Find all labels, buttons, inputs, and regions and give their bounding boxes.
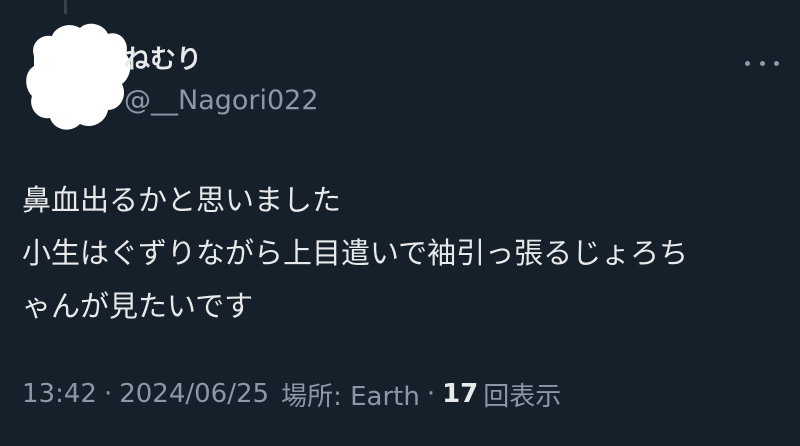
thread-line xyxy=(64,0,67,14)
display-name[interactable]: ねむり xyxy=(124,42,202,78)
tweet-meta: 13:42 · 2024/06/25 場所: Earth · 17 回表示 xyxy=(22,374,561,414)
more-dot xyxy=(759,60,765,66)
avatar[interactable] xyxy=(22,14,132,134)
tweet: ねむり @__Nagori022 鼻血出るかと思いました 小生はぐずりながら上目… xyxy=(0,0,800,446)
more-dot xyxy=(774,60,779,66)
tweet-date[interactable]: 2024/06/25 xyxy=(119,379,269,409)
more-icon[interactable] xyxy=(745,50,779,76)
tweet-text: 鼻血出るかと思いました 小生はぐずりながら上目遣いで袖引っ張るじょろち ゃんが見… xyxy=(22,174,782,333)
tweet-location: 場所: Earth xyxy=(281,381,420,412)
tweet-text-line: ゃんが見たいです xyxy=(22,289,254,323)
tweet-time[interactable]: 13:42 xyxy=(22,379,97,409)
separator: · xyxy=(426,379,436,409)
separator: · xyxy=(103,379,113,409)
user-handle[interactable]: @__Nagori022 xyxy=(124,84,319,118)
tweet-text-line: 鼻血出るかと思いました xyxy=(22,183,342,217)
tweet-text-line: 小生はぐずりながら上目遣いで袖引っ張るじょろち xyxy=(22,236,689,270)
views-label[interactable]: 回表示 xyxy=(483,376,561,413)
views-count[interactable]: 17 xyxy=(442,379,478,409)
more-dot xyxy=(745,60,750,66)
